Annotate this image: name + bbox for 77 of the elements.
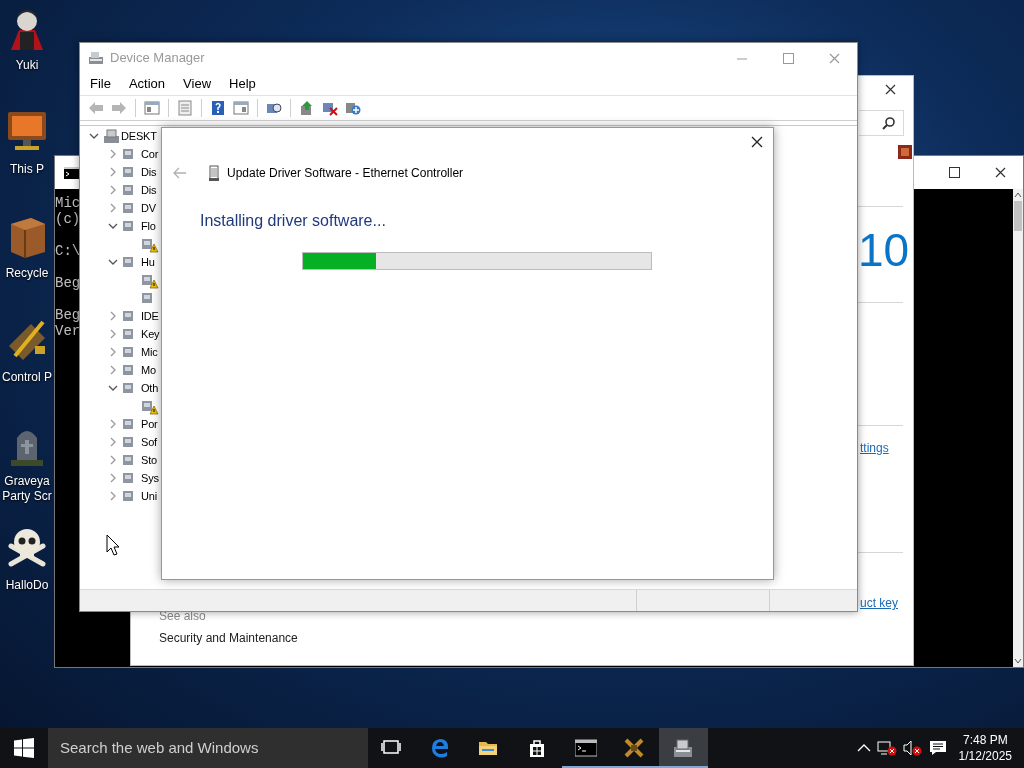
menu-item[interactable]: File bbox=[81, 73, 120, 95]
windows-logo-icon bbox=[14, 738, 34, 758]
console-icon bbox=[575, 738, 598, 758]
close-icon bbox=[751, 136, 763, 148]
device-manager-icon bbox=[88, 51, 104, 65]
scan-hardware-icon[interactable] bbox=[266, 100, 282, 116]
crossed-tools-icon bbox=[623, 738, 646, 758]
update-driver-icon[interactable] bbox=[299, 100, 315, 116]
network-adapter-icon bbox=[209, 165, 219, 181]
tree-item[interactable]: Dis bbox=[141, 181, 157, 199]
console-text: Ver bbox=[55, 323, 81, 339]
tree-item[interactable]: Sof bbox=[141, 433, 157, 451]
console-text: C:\ bbox=[55, 243, 81, 259]
tree-item[interactable]: DV bbox=[141, 199, 156, 217]
link[interactable]: ttings bbox=[860, 440, 889, 456]
link[interactable]: uct key bbox=[860, 595, 898, 611]
tree-item[interactable]: Key bbox=[141, 325, 160, 343]
tree-item[interactable]: IDE bbox=[141, 307, 159, 325]
tree-item[interactable]: Hu bbox=[141, 253, 155, 271]
search-field[interactable]: Search the web and Windows bbox=[48, 728, 368, 768]
tree-item[interactable]: Dis bbox=[141, 163, 157, 181]
window-icon[interactable] bbox=[233, 100, 249, 116]
menu-item[interactable]: View bbox=[174, 73, 221, 95]
link[interactable]: Security and Maintenance bbox=[159, 630, 858, 646]
tree-item[interactable]: Uni bbox=[141, 487, 157, 505]
action-center-icon[interactable] bbox=[928, 740, 947, 756]
clock-time[interactable]: 7:48 PM bbox=[958, 732, 1012, 748]
icon-label[interactable]: Control P bbox=[2, 370, 52, 385]
forward-arrow-icon[interactable] bbox=[111, 100, 127, 116]
tree-item[interactable]: Mo bbox=[141, 361, 156, 379]
icon-label[interactable]: HalloDo bbox=[5, 578, 49, 593]
properties-icon[interactable] bbox=[177, 100, 193, 116]
console-text: Mic bbox=[55, 195, 81, 211]
icon-label[interactable]: Graveya Party Scr bbox=[0, 474, 54, 504]
dialog-title: Update Driver Software - Ethernet Controller bbox=[227, 165, 464, 182]
close-icon bbox=[828, 52, 840, 64]
search-icon bbox=[882, 116, 895, 130]
maximize-icon bbox=[782, 52, 794, 64]
tree-item[interactable]: Oth bbox=[141, 379, 159, 397]
status-heading: Installing driver software... bbox=[200, 211, 387, 231]
console-tree-icon[interactable] bbox=[144, 100, 160, 116]
scrollbar-thumb[interactable] bbox=[1014, 201, 1022, 231]
add-device-icon[interactable] bbox=[345, 100, 361, 116]
uninstall-icon[interactable] bbox=[322, 100, 338, 116]
icon-label[interactable]: This P bbox=[10, 162, 44, 177]
tree-item[interactable]: Sto bbox=[141, 451, 157, 469]
app-tile-icon[interactable] bbox=[898, 145, 912, 159]
back-arrow-icon[interactable] bbox=[88, 100, 104, 116]
close-icon bbox=[884, 84, 896, 95]
icon-label[interactable]: Yuki bbox=[15, 58, 39, 73]
tree-item[interactable]: Por bbox=[141, 415, 158, 433]
clock-date[interactable]: 1/12/2025 bbox=[958, 748, 1012, 764]
chevron-up-icon[interactable] bbox=[856, 743, 871, 753]
menu-item[interactable]: Help bbox=[220, 73, 265, 95]
device-manager-icon bbox=[672, 738, 695, 758]
window-title: Device Manager bbox=[110, 49, 205, 68]
tree-item[interactable]: Sys bbox=[141, 469, 159, 487]
maximize-icon bbox=[948, 167, 960, 178]
console-text: (c) bbox=[55, 211, 81, 227]
icon-label[interactable]: Recycle bbox=[5, 266, 49, 281]
mouse-pointer-icon bbox=[106, 534, 120, 556]
help-icon[interactable] bbox=[210, 100, 226, 116]
computer-icon[interactable] bbox=[103, 128, 120, 144]
tree-item[interactable]: DESKT bbox=[121, 127, 157, 145]
network-error-icon[interactable] bbox=[876, 740, 897, 756]
back-arrow-icon bbox=[173, 167, 187, 179]
tree-item[interactable]: Mic bbox=[141, 343, 158, 361]
heading: 10 bbox=[858, 227, 910, 273]
taskbar-button[interactable] bbox=[659, 728, 708, 768]
search-field[interactable] bbox=[859, 110, 904, 136]
tree-item[interactable]: Flo bbox=[141, 217, 156, 235]
console-text: Beg bbox=[55, 307, 81, 323]
tree-item[interactable]: Cor bbox=[141, 145, 159, 163]
console-text: Beg bbox=[55, 275, 81, 291]
close-icon bbox=[994, 167, 1006, 178]
volume-muted-icon[interactable] bbox=[902, 740, 923, 756]
menu-item[interactable]: Action bbox=[119, 73, 175, 95]
